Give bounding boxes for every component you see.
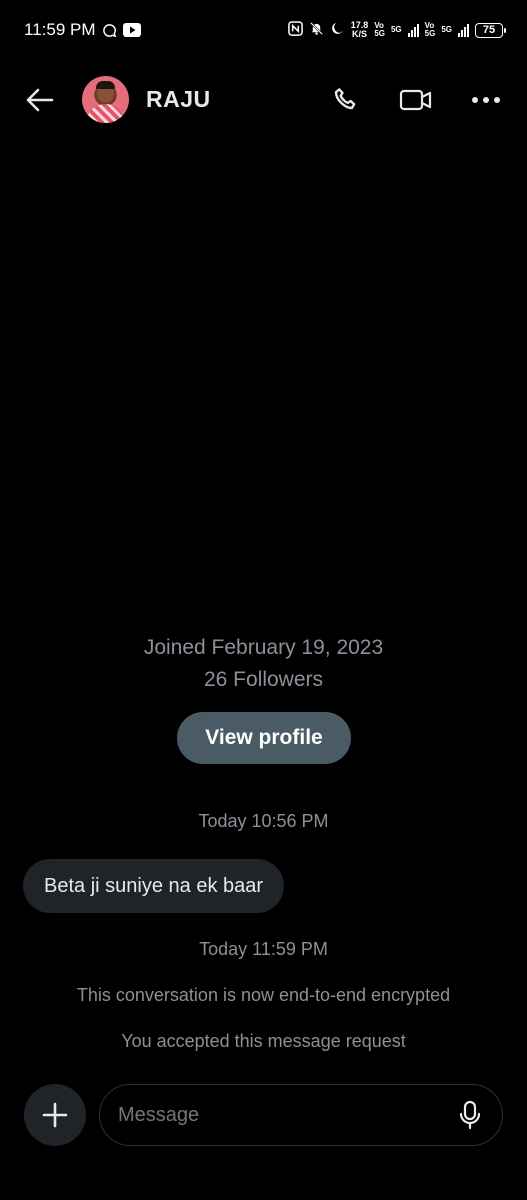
system-timestamp: Today 11:59 PM: [199, 939, 328, 959]
incoming-message-bubble[interactable]: Beta ji suniye na ek baar: [23, 859, 285, 913]
message-input[interactable]: [116, 1102, 440, 1128]
sim2-signal-icon: [458, 23, 469, 37]
call-button[interactable]: [328, 82, 364, 118]
followers-count: 26 Followers: [203, 668, 324, 691]
sim1-signal-icon: [407, 23, 419, 37]
network-speed: 17.8 K/S: [351, 21, 369, 39]
sim1-volte: Vo 5G: [374, 22, 385, 38]
more-horizontal-icon: [472, 97, 500, 103]
add-attachment-button[interactable]: [24, 1084, 86, 1146]
conversation-header: RAJU: [0, 70, 527, 130]
voice-message-button[interactable]: [452, 1097, 488, 1133]
request-accepted-notice: You accepted this message request: [121, 1031, 406, 1051]
phone-icon: [334, 88, 356, 110]
back-button[interactable]: [24, 86, 56, 114]
battery-indicator: 75: [475, 22, 506, 38]
status-right: 17.8 K/S Vo 5G 5G Vo 5G 5G 75: [287, 21, 506, 39]
sim1-volte-bottom: 5G: [374, 29, 385, 38]
more-options-button[interactable]: [468, 82, 504, 118]
message-timestamp: Today 10:56 PM: [198, 811, 329, 831]
joined-date: Joined February 19, 2023: [143, 636, 384, 659]
sim2-volte-bottom: 5G: [424, 29, 436, 38]
status-time: 11:59 PM: [24, 20, 96, 39]
contact-name[interactable]: RAJU: [146, 86, 211, 113]
chat-bubble-icon: [102, 23, 117, 38]
plus-icon: [42, 1102, 68, 1128]
video-camera-icon: [399, 89, 432, 111]
nfc-icon: [287, 21, 303, 39]
sim1-network: 5G: [391, 26, 402, 34]
microphone-icon: [459, 1100, 481, 1130]
bell-off-icon: [309, 21, 324, 39]
network-speed-unit: K/S: [352, 29, 368, 39]
video-call-button[interactable]: [398, 82, 434, 118]
sim2-volte: Vo 5G: [425, 22, 436, 38]
status-left: 11:59 PM: [24, 20, 141, 40]
encryption-notice: This conversation is now end-to-end encr…: [76, 985, 451, 1005]
avatar-shirt: [86, 104, 125, 123]
sim2-network: 5G: [441, 26, 452, 34]
avatar-hair: [96, 81, 115, 89]
view-profile-button[interactable]: View profile: [177, 712, 351, 764]
sim2-network-label: 5G: [441, 25, 452, 34]
avatar[interactable]: [82, 76, 129, 123]
message-composer: [99, 1084, 503, 1146]
youtube-icon: [122, 23, 141, 37]
status-bar: 11:59 PM 17.8 K/S Vo 5G 5G Vo 5G 5G 75: [0, 0, 527, 60]
arrow-left-icon: [26, 88, 54, 112]
sim1-network-label: 5G: [390, 25, 402, 34]
moon-icon: [330, 21, 345, 39]
